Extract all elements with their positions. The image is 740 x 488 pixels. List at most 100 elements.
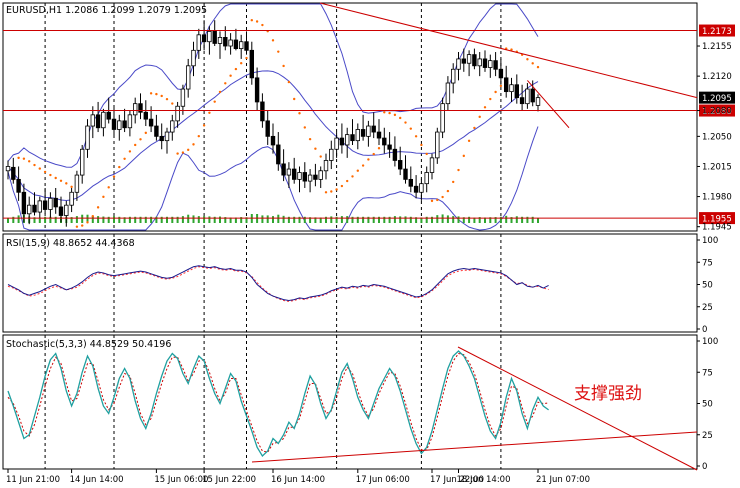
sar-dot bbox=[160, 94, 163, 98]
candle-body bbox=[509, 84, 514, 93]
candle-body bbox=[127, 114, 133, 129]
candle-body bbox=[74, 174, 80, 193]
candle-body bbox=[185, 65, 191, 90]
candle-body bbox=[69, 191, 74, 206]
sar-dot bbox=[245, 56, 248, 60]
sar-dot bbox=[393, 113, 397, 117]
sar-dot bbox=[351, 175, 354, 178]
volume-bar bbox=[187, 214, 190, 223]
candle-body bbox=[101, 111, 106, 129]
sar-dot bbox=[112, 175, 116, 178]
volume-bar bbox=[282, 215, 285, 223]
sar-dot bbox=[234, 67, 238, 71]
candle-body bbox=[450, 68, 456, 84]
rsi-label: RSI(15,9) 48.8652 44.4368 bbox=[6, 238, 135, 249]
sar-dot bbox=[298, 112, 301, 115]
sar-dot bbox=[181, 151, 185, 154]
sar-dot bbox=[319, 155, 322, 158]
sar-dot bbox=[144, 131, 147, 135]
support-annotation: 支撑强劲 bbox=[574, 384, 642, 404]
sar-dot bbox=[224, 82, 227, 85]
sar-dot bbox=[356, 169, 359, 172]
sar-dot bbox=[86, 221, 89, 224]
price-tick-label: 1.2015 bbox=[702, 162, 732, 172]
candle-body bbox=[366, 125, 371, 137]
volume-bar bbox=[7, 217, 9, 223]
sar-dot bbox=[91, 214, 95, 218]
volume-bar bbox=[515, 216, 518, 223]
rsi-tick-label: 100 bbox=[702, 236, 718, 246]
candle-body bbox=[477, 58, 482, 67]
candle-body bbox=[355, 129, 360, 142]
sar-dot bbox=[54, 176, 57, 180]
candle-body bbox=[32, 204, 37, 213]
rsi-tick-label: 50 bbox=[702, 281, 713, 291]
candle-body bbox=[276, 144, 281, 165]
rsi-panel: RSI(15,9) 48.8652 44.4368 100 75 50 25 0 bbox=[2, 233, 718, 335]
sar-dot bbox=[536, 65, 540, 69]
sar-dot bbox=[75, 225, 79, 228]
candle-body bbox=[291, 168, 297, 180]
volume-bar bbox=[399, 216, 402, 223]
sar-dot bbox=[409, 127, 412, 130]
candle-body bbox=[498, 68, 504, 79]
volume-bar bbox=[441, 214, 444, 223]
volume-bar bbox=[266, 215, 269, 223]
candle-body bbox=[397, 160, 403, 170]
candle-body bbox=[413, 185, 419, 193]
candle-body bbox=[297, 172, 302, 180]
sar-dot bbox=[420, 143, 423, 147]
price-panel: 1.21731.20801.19551.2095 EURUSD,H1 1.208… bbox=[2, 2, 735, 233]
sar-dot bbox=[287, 80, 291, 84]
sar-dot bbox=[123, 157, 126, 160]
candle-body bbox=[238, 41, 244, 49]
time-tick-label: 18 Jun 14:00 bbox=[457, 475, 511, 485]
time-tick-label: 15 Jun 22:00 bbox=[202, 475, 256, 485]
sar-dot bbox=[96, 206, 100, 209]
sar-dot bbox=[372, 152, 375, 156]
candle-body bbox=[424, 172, 429, 185]
volume-bar bbox=[457, 216, 460, 223]
price-tick-label: 1.1945 bbox=[702, 223, 732, 233]
stochastic-tick-label: 50 bbox=[702, 400, 713, 410]
sar-dot bbox=[22, 157, 26, 160]
sar-dot bbox=[473, 126, 476, 130]
candle-body bbox=[233, 39, 239, 50]
candle-body bbox=[466, 54, 472, 64]
stochastic-tick-label: 75 bbox=[702, 368, 713, 378]
candle-body bbox=[323, 160, 329, 172]
current-price-label: 1.2095 bbox=[702, 94, 732, 104]
volume-bar bbox=[277, 214, 280, 223]
volume-bar bbox=[404, 216, 407, 223]
candle-body bbox=[159, 135, 164, 142]
sar-dot bbox=[467, 139, 471, 143]
volume-bar bbox=[446, 215, 449, 223]
sar-dot bbox=[436, 198, 439, 202]
sar-dot bbox=[165, 97, 169, 101]
sar-dot bbox=[65, 182, 68, 185]
price-tick-label: 1.1980 bbox=[702, 193, 732, 203]
price-tick-label: 1.2080 bbox=[702, 107, 732, 117]
candle-body bbox=[48, 197, 53, 210]
stochastic-tick-label: 0 bbox=[702, 462, 707, 472]
candle-body bbox=[281, 163, 286, 176]
sar-dot bbox=[430, 199, 434, 203]
volume-bar bbox=[537, 218, 539, 223]
candle-body bbox=[244, 41, 249, 51]
sar-dot bbox=[70, 185, 73, 189]
candle-body bbox=[201, 34, 207, 43]
sar-dot bbox=[155, 92, 158, 96]
volume-bar bbox=[272, 216, 274, 223]
candle-body bbox=[371, 125, 376, 133]
candle-body bbox=[408, 178, 413, 187]
candle-body bbox=[440, 103, 445, 133]
sar-dot bbox=[250, 19, 253, 22]
candle-body bbox=[164, 131, 170, 142]
sar-dot bbox=[483, 106, 487, 109]
sar-dot bbox=[17, 156, 20, 160]
sar-dot bbox=[441, 195, 444, 199]
sar-dot bbox=[462, 154, 465, 158]
candle-body bbox=[360, 129, 366, 137]
sar-dot bbox=[425, 152, 428, 156]
volume-bar bbox=[113, 216, 115, 223]
